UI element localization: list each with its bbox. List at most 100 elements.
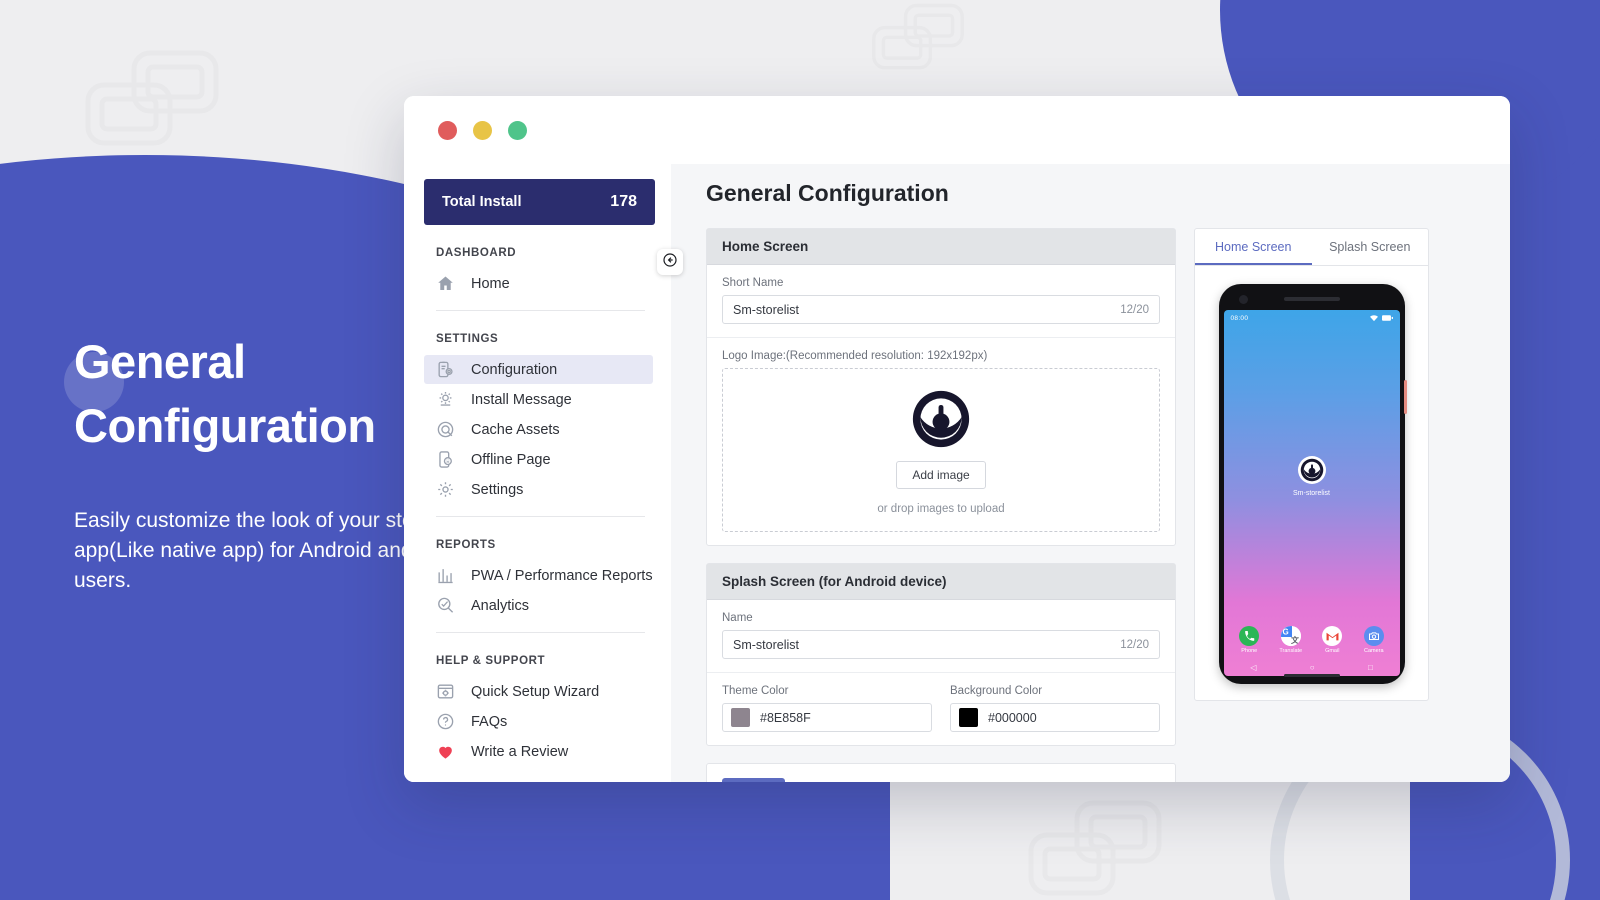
sidebar-item-settings[interactable]: Settings: [424, 475, 653, 504]
sidebar-item-home[interactable]: Home: [424, 269, 653, 298]
total-install-label: Total Install: [442, 194, 522, 210]
theme-color-swatch[interactable]: [731, 708, 750, 727]
save-button[interactable]: Save: [722, 778, 786, 782]
phone-home-area: Sm-storelist: [1224, 326, 1400, 626]
dock-item-translate[interactable]: G 文 Translate: [1274, 626, 1308, 654]
camera-icon: [1363, 626, 1384, 646]
app-window: Total Install 178 DASHBOARD Home SETTING…: [404, 96, 1510, 782]
dock-item-label: Translate: [1279, 648, 1303, 654]
window-zoom-button[interactable]: [508, 120, 527, 140]
gear-icon: [436, 480, 455, 499]
content-columns: Home Screen Short Name Sm-storelist 12/2…: [706, 228, 1492, 782]
add-image-button[interactable]: Add image: [896, 461, 986, 489]
status-icons: [1369, 314, 1393, 322]
status-time: 08:00: [1230, 314, 1249, 322]
short-name-field: Short Name Sm-storelist 12/20: [707, 265, 1175, 338]
dock-item-phone[interactable]: Phone: [1232, 626, 1266, 654]
save-bar: Save: [706, 763, 1176, 782]
phone-sad-icon: [436, 450, 455, 469]
total-install-count: 178: [610, 193, 637, 210]
svg-text:文: 文: [1291, 635, 1300, 645]
window-gear-icon: [436, 682, 455, 701]
sidebar-item-quick-setup-wizard[interactable]: Quick Setup Wizard: [424, 677, 653, 706]
background-color-input[interactable]: #000000: [950, 703, 1160, 732]
bar-chart-icon: [436, 566, 455, 585]
sidebar-item-label: Quick Setup Wizard: [471, 683, 600, 700]
sidebar-group-help-support: HELP & SUPPORT Quick Setup Wizard FAQs W…: [404, 633, 671, 766]
sidebar-item-label: Home: [471, 275, 510, 292]
tab-splash-screen[interactable]: Splash Screen: [1312, 229, 1429, 265]
home-screen-card: Home Screen Short Name Sm-storelist 12/2…: [706, 228, 1176, 546]
sidebar-item-label: Offline Page: [471, 451, 551, 468]
theme-color-value: #8E858F: [760, 710, 811, 725]
home-icon: [436, 274, 455, 293]
phone-power-button[interactable]: [1403, 380, 1407, 414]
home-circle-icon[interactable]: ○: [1310, 663, 1315, 672]
splash-name-label: Name: [722, 612, 753, 624]
configuration-form: Home Screen Short Name Sm-storelist 12/2…: [706, 228, 1176, 782]
sidebar-item-cache-assets[interactable]: Cache Assets: [424, 415, 653, 444]
short-name-counter: 12/20: [1120, 303, 1149, 316]
sidebar-item-offline-page[interactable]: Offline Page: [424, 445, 653, 474]
page-root: General Configuration Easily customize t…: [0, 0, 1600, 900]
dock-item-camera[interactable]: Camera: [1357, 626, 1391, 654]
gmail-icon: [1322, 626, 1343, 646]
battery-icon: [1381, 315, 1393, 321]
short-name-input[interactable]: Sm-storelist 12/20: [722, 295, 1160, 324]
magnifier-check-icon: [436, 596, 455, 615]
sidebar-item-install-message[interactable]: Install Message: [424, 385, 653, 414]
phone-screen: 08:00 Sm-storelist Phone G 文 Translate G…: [1223, 310, 1400, 676]
recents-square-icon[interactable]: □: [1368, 663, 1373, 672]
phone-statusbar: 08:00: [1224, 310, 1400, 326]
app-shortcut-label: Sm-storelist: [1293, 489, 1330, 497]
color-fields: Theme Color #8E858F Background Color #00…: [707, 673, 1175, 745]
arrow-left-circle-icon: [662, 252, 678, 273]
splash-name-counter: 12/20: [1120, 638, 1149, 651]
sidebar-item-label: Configuration: [471, 361, 558, 378]
sidebar-collapse-button[interactable]: [657, 249, 683, 275]
splash-screen-card: Splash Screen (for Android device) Name …: [706, 563, 1176, 746]
logo-image-label: Logo Image:(Recommended resolution: 192x…: [722, 350, 988, 362]
logo-dropzone[interactable]: Add image or drop images to upload: [722, 368, 1160, 532]
dock-item-label: Phone: [1241, 648, 1258, 654]
short-name-value: Sm-storelist: [733, 302, 799, 317]
clipboard-gear-icon: [436, 360, 455, 379]
sidebar-item-configuration[interactable]: Configuration: [424, 355, 653, 384]
window-titlebar: [404, 96, 1510, 164]
theme-color-input[interactable]: #8E858F: [722, 703, 932, 732]
heart-icon: [436, 742, 455, 761]
svg-text:G: G: [1282, 628, 1288, 637]
splash-name-input[interactable]: Sm-storelist 12/20: [722, 630, 1160, 659]
question-circle-icon: [436, 712, 455, 731]
dock-item-gmail[interactable]: Gmail: [1315, 626, 1349, 654]
sidebar-heading-dashboard: DASHBOARD: [436, 247, 517, 259]
app-logo-icon: [1300, 458, 1324, 482]
tab-home-screen[interactable]: Home Screen: [1195, 229, 1312, 265]
dock-item-label: Camera: [1363, 648, 1384, 654]
sidebar-item-faqs[interactable]: FAQs: [424, 707, 653, 736]
window-close-button[interactable]: [438, 120, 457, 140]
logo-image-field: Logo Image:(Recommended resolution: 192x…: [707, 338, 1175, 545]
background-color-label: Background Color: [950, 685, 1043, 697]
sidebar-item-write-a-review[interactable]: Write a Review: [424, 737, 653, 766]
translate-icon: G 文: [1280, 626, 1301, 646]
window-minimize-button[interactable]: [473, 120, 492, 140]
sidebar-item-pwa-performance-reports[interactable]: PWA / Performance Reports: [424, 561, 653, 590]
phone-mockup: 08:00 Sm-storelist Phone G 文 Translate G…: [1218, 284, 1407, 684]
back-triangle-icon[interactable]: ◁: [1250, 663, 1256, 672]
sidebar-item-label: PWA / Performance Reports: [471, 567, 653, 584]
page-title: General Configuration: [706, 180, 949, 206]
preview-tabs: Home Screen Splash Screen: [1195, 229, 1428, 266]
background-color-swatch[interactable]: [959, 708, 978, 727]
gear-sun-icon: [436, 390, 455, 409]
promo-title-line1: General: [74, 335, 246, 388]
sidebar-item-label: Analytics: [471, 597, 530, 614]
sidebar-item-analytics[interactable]: Analytics: [424, 591, 653, 620]
watermark-chain-icon: [1025, 795, 1165, 900]
app-shortcut-icon[interactable]: [1297, 455, 1326, 484]
window-body: Total Install 178 DASHBOARD Home SETTING…: [404, 164, 1510, 782]
phone-dock: Phone G 文 Translate Gmail Camera: [1224, 626, 1400, 659]
background-color-value: #000000: [988, 710, 1037, 725]
dock-item-label: Gmail: [1325, 648, 1340, 654]
sidebar-item-label: Settings: [471, 481, 524, 498]
